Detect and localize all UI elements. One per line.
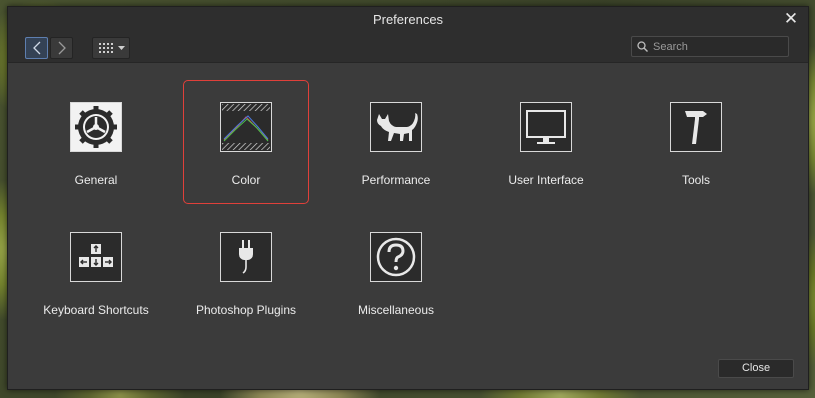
pref-item-label: Color — [231, 173, 261, 187]
hammer-icon — [670, 102, 722, 152]
search-input[interactable] — [653, 40, 773, 53]
pref-item-label: User Interface — [508, 173, 584, 187]
pref-item-label: Tools — [681, 173, 710, 187]
pref-item-label: Keyboard Shortcuts — [43, 303, 149, 317]
close-button[interactable]: Close — [718, 359, 794, 378]
pref-item-performance[interactable]: Performance — [333, 80, 459, 204]
pref-item-color[interactable]: Color — [183, 80, 309, 204]
pref-item-label: Performance — [361, 173, 431, 187]
cat-icon — [370, 102, 422, 152]
search-box[interactable] — [631, 36, 789, 57]
monitor-icon — [520, 102, 572, 152]
chevron-left-icon — [32, 41, 40, 55]
pref-item-tools[interactable]: Tools — [633, 80, 759, 204]
pref-item-photoshop-plugins[interactable]: Photoshop Plugins — [183, 210, 309, 334]
preferences-grid: General Color Performance User Interface… — [8, 63, 808, 389]
title-bar: Preferences ✕ — [8, 7, 808, 33]
toolbar — [8, 33, 808, 63]
pref-item-general[interactable]: General — [33, 80, 159, 204]
search-icon — [637, 41, 648, 52]
gear-icon — [70, 102, 122, 152]
window-title: Preferences — [372, 12, 444, 27]
pref-item-label: General — [74, 173, 118, 187]
keyboard-icon — [70, 232, 122, 282]
dropdown-arrow-icon — [118, 45, 125, 50]
preferences-window: Preferences ✕ Search General Color Perfo… — [7, 6, 809, 390]
chevron-right-icon — [58, 41, 66, 55]
grid-icon — [99, 42, 113, 53]
view-grid-button[interactable] — [92, 37, 130, 59]
pref-item-label: Miscellaneous — [357, 303, 435, 317]
pref-item-miscellaneous[interactable]: Miscellaneous — [333, 210, 459, 334]
pref-item-keyboard-shortcuts[interactable]: Keyboard Shortcuts — [33, 210, 159, 334]
back-button[interactable] — [25, 37, 48, 59]
plug-icon — [220, 232, 272, 282]
color-graph-icon — [220, 102, 272, 152]
forward-button[interactable] — [50, 37, 73, 59]
question-icon — [370, 232, 422, 282]
pref-item-label: Photoshop Plugins — [195, 303, 297, 317]
pref-item-user-interface[interactable]: User Interface — [483, 80, 609, 204]
close-window-icon[interactable]: ✕ — [782, 10, 800, 28]
